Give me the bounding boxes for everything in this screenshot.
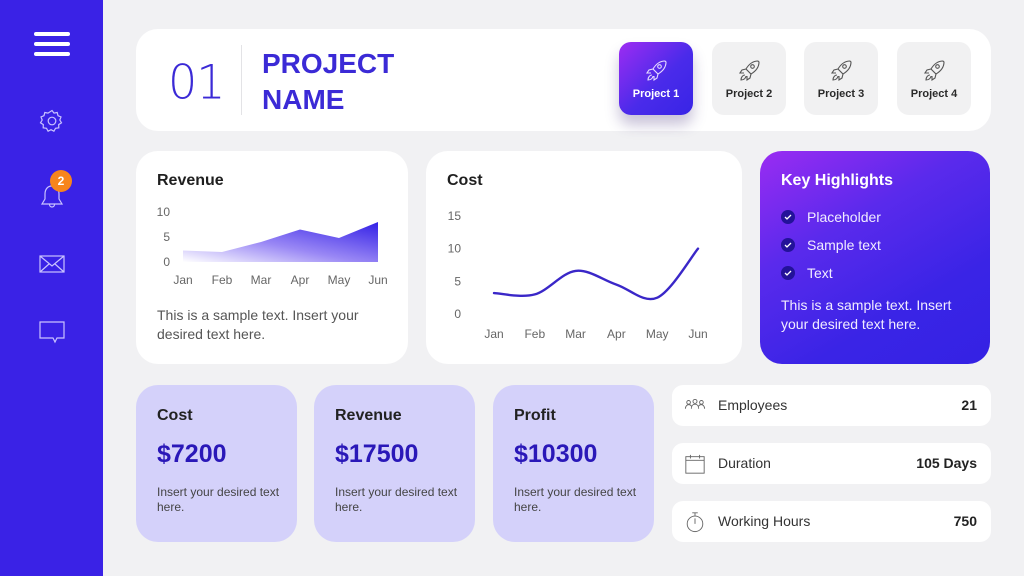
x-tick-label: Mar — [565, 327, 586, 341]
sidebar: 2 — [0, 0, 103, 576]
revenue-chart-card: Revenue 0 5 10 Jan Feb Mar Apr May Jun This is a… — [136, 151, 408, 364]
tab-label: Project 2 — [725, 88, 773, 100]
x-tick-label: Jan — [173, 273, 192, 287]
project-name: PROJECT NAME — [262, 46, 394, 118]
highlights-title: Key Highlights — [781, 172, 894, 189]
x-tick-label: May — [646, 327, 669, 341]
rocket-icon — [645, 60, 667, 82]
highlight-text: Sample text — [807, 237, 881, 253]
people-icon — [684, 398, 706, 409]
rocket-icon — [923, 60, 945, 82]
menu-icon[interactable] — [34, 32, 70, 56]
x-tick-label: Feb — [524, 327, 545, 341]
y-tick-label: 5 — [454, 274, 461, 288]
revenue-area-chart: 0 5 10 Jan Feb Mar Apr May Jun — [157, 205, 388, 287]
y-tick-label: 15 — [448, 209, 462, 223]
highlight-item: Placeholder — [781, 209, 881, 225]
check-icon — [781, 266, 795, 280]
check-icon — [781, 210, 795, 224]
stat-card-profit: Profit $10300 Insert your desired text h… — [493, 385, 654, 542]
x-tick-label: Mar — [251, 273, 272, 287]
info-row-working-hours: Working Hours 750 — [672, 501, 991, 542]
x-tick-label: Jun — [688, 327, 707, 341]
tab-label: Project 1 — [632, 88, 680, 100]
revenue-area — [183, 222, 378, 262]
y-tick-label: 10 — [157, 205, 171, 219]
x-tick-label: Jun — [368, 273, 387, 287]
info-row-employees: Employees 21 — [672, 385, 991, 426]
tab-project-1[interactable]: Project 1 — [619, 42, 693, 115]
x-tick-label: Feb — [212, 273, 233, 287]
stat-value: $17500 — [335, 440, 419, 468]
project-name-line1: PROJECT — [262, 48, 395, 79]
key-highlights-card: Key Highlights Placeholder Sample text T… — [760, 151, 990, 364]
tab-label: Project 3 — [817, 88, 865, 100]
highlights-description: This is a sample text. Insert your desir… — [781, 297, 952, 332]
calendar-icon — [685, 454, 705, 474]
rocket-icon — [738, 60, 760, 82]
stat-value: $7200 — [157, 440, 227, 468]
mail-icon[interactable] — [36, 248, 68, 280]
stat-label: Profit — [514, 407, 556, 424]
info-value: 21 — [961, 397, 977, 413]
rocket-icon — [830, 60, 852, 82]
highlight-item: Sample text — [781, 237, 881, 253]
stat-value: $10300 — [514, 440, 598, 468]
x-tick-label: May — [328, 273, 351, 287]
stat-description: Insert your desired text here. — [335, 485, 458, 514]
header-divider — [241, 45, 242, 115]
y-tick-label: 0 — [454, 307, 461, 321]
gear-icon[interactable] — [36, 105, 68, 137]
y-tick-label: 5 — [163, 230, 170, 244]
x-tick-label: Apr — [291, 273, 310, 287]
info-value: 750 — [953, 513, 977, 529]
cost-line-chart: 0 5 10 15 Jan Feb Mar Apr May Jun — [448, 209, 708, 341]
stat-description: Insert your desired text here. — [157, 485, 280, 514]
check-icon — [781, 238, 795, 252]
stat-description: Insert your desired text here. — [514, 485, 637, 514]
tab-project-3[interactable]: Project 3 — [804, 42, 878, 115]
info-value: 105 Days — [916, 455, 977, 471]
highlight-item: Text — [781, 265, 833, 281]
highlight-text: Text — [807, 265, 833, 281]
stat-label: Revenue — [335, 407, 402, 424]
info-row-duration: Duration 105 Days — [672, 443, 991, 484]
x-tick-label: Jan — [484, 327, 503, 341]
chat-icon[interactable] — [36, 316, 68, 348]
x-tick-label: Apr — [607, 327, 626, 341]
info-label: Employees — [718, 397, 788, 413]
revenue-description: This is a sample text. Insert your desir… — [157, 307, 359, 342]
stat-label: Cost — [157, 407, 193, 424]
cost-line — [492, 247, 700, 301]
info-label: Working Hours — [718, 513, 811, 529]
project-name-line2: NAME — [262, 84, 345, 115]
tab-project-2[interactable]: Project 2 — [712, 42, 786, 115]
y-tick-label: 10 — [448, 242, 462, 256]
project-number: 01 — [168, 54, 226, 110]
notification-badge: 2 — [50, 170, 72, 192]
cost-chart-card: Cost 0 5 10 15 Jan Feb Mar Apr May Jun — [426, 151, 742, 364]
stat-card-revenue: Revenue $17500 Insert your desired text … — [314, 385, 475, 542]
highlight-text: Placeholder — [807, 209, 881, 225]
stopwatch-icon — [686, 512, 704, 533]
tab-label: Project 4 — [910, 88, 958, 100]
y-tick-label: 0 — [163, 255, 170, 269]
project-header: 01 PROJECT NAME Project 1 Project 2 Proj… — [136, 29, 991, 131]
info-label: Duration — [718, 455, 771, 471]
stat-card-cost: Cost $7200 Insert your desired text here… — [136, 385, 297, 542]
tab-project-4[interactable]: Project 4 — [897, 42, 971, 115]
